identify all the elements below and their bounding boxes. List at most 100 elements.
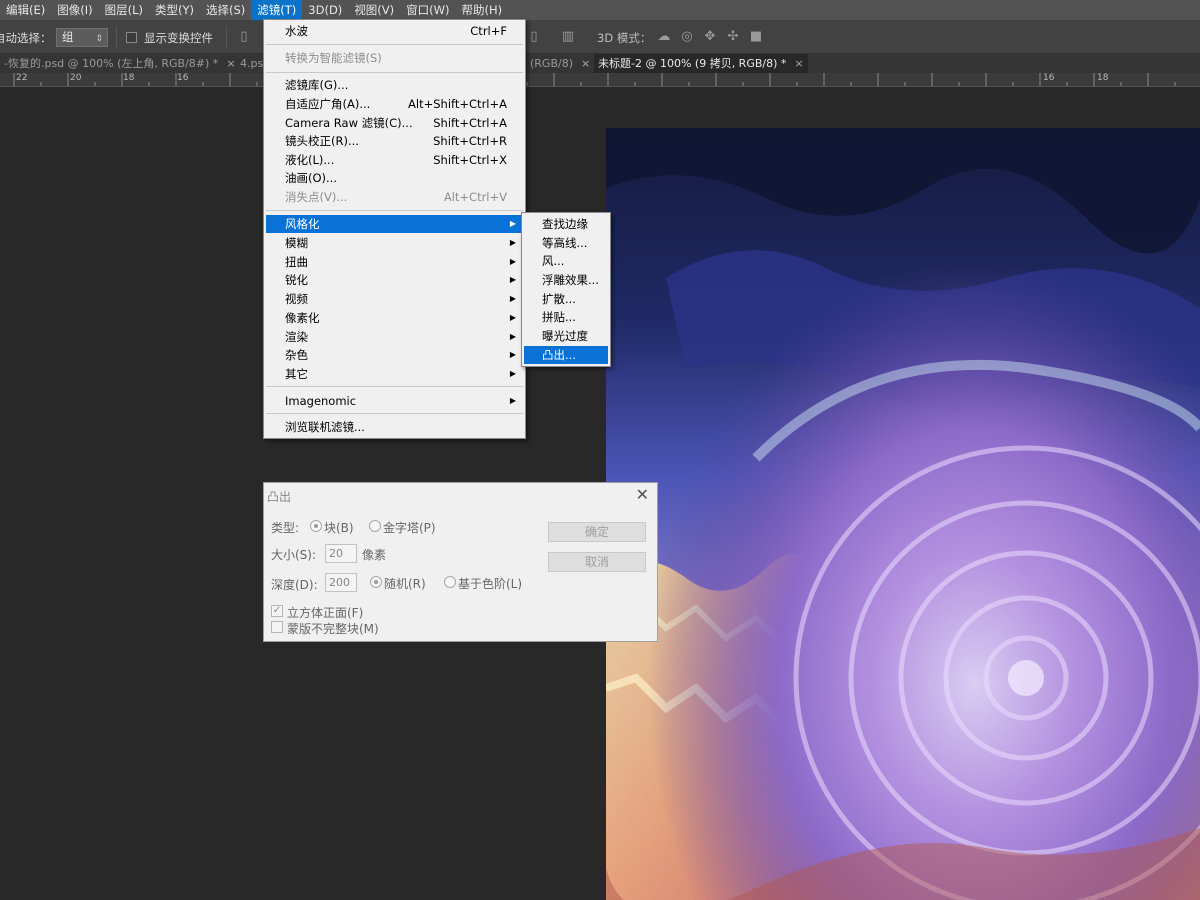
auto-select-dropdown[interactable]: 组 ⇕ <box>56 28 108 47</box>
menu-layer[interactable]: 图层(L) <box>99 0 149 20</box>
close-icon[interactable]: ✕ <box>636 485 649 504</box>
menu-edit[interactable]: 编辑(E) <box>0 0 51 20</box>
menu-item-last-filter[interactable]: 水波 Ctrl+F <box>266 22 523 40</box>
submenu-item-emboss[interactable]: 浮雕效果... <box>524 271 608 289</box>
tab-rgb8[interactable]: (RGB/8) × <box>526 54 590 73</box>
size-unit: 像素 <box>362 548 387 562</box>
solid-front-label: 立方体正面(F) <box>287 606 364 620</box>
3d-roll-icon[interactable]: ◎ <box>679 29 695 45</box>
canvas-image[interactable] <box>606 128 1200 900</box>
ok-button[interactable]: 确定 <box>548 522 646 542</box>
submenu-item-extrude[interactable]: 凸出... <box>524 346 608 364</box>
menu-item-label: Imagenomic <box>285 394 357 408</box>
menu-item-oil-paint[interactable]: 油画(O)... <box>266 169 523 187</box>
menu-window[interactable]: 窗口(W) <box>400 0 455 20</box>
menu-item-sharpen[interactable]: 锐化 ▶ <box>266 271 523 289</box>
depth-level-label: 基于色阶(L) <box>458 577 523 591</box>
show-transform-checkbox[interactable] <box>126 32 137 43</box>
menu-item-label: 锐化 <box>285 273 308 287</box>
shortcut-text: Ctrl+F <box>470 24 507 38</box>
menu-item-other[interactable]: 其它 ▶ <box>266 365 523 383</box>
menu-select[interactable]: 选择(S) <box>200 0 251 20</box>
tab-untitled-2[interactable]: 未标题-2 @ 100% (9 拷贝, RGB/8) * × <box>594 54 808 73</box>
extrude-dialog: 凸出 ✕ 类型: 块(B) 金字塔(P) 大小(S): 20 像素 深度(D):… <box>263 482 658 642</box>
ruler-number: 22 <box>16 73 28 83</box>
stylize-submenu: 查找边缘 等高线... 风... 浮雕效果... 扩散... 拼贴... 曝光过… <box>521 212 611 367</box>
type-block-radio[interactable] <box>310 520 322 532</box>
ruler-number: 20 <box>70 73 82 83</box>
submenu-item-diffuse[interactable]: 扩散... <box>524 290 608 308</box>
menu-item-label: 镜头校正(R)... <box>285 134 359 148</box>
menu-item-imagenomic[interactable]: Imagenomic ▶ <box>266 392 523 410</box>
shortcut-text: Alt+Shift+Ctrl+A <box>408 97 507 111</box>
menu-item-label: 液化(L)... <box>285 153 335 167</box>
depth-random-radio[interactable] <box>370 576 382 588</box>
menu-view[interactable]: 视图(V) <box>348 0 400 20</box>
submenu-item-find-edges[interactable]: 查找边缘 <box>524 215 608 233</box>
artwork-swirl <box>606 128 1200 900</box>
options-divider <box>226 26 227 48</box>
menu-item-vanishing-point[interactable]: 消失点(V)... Alt+Ctrl+V <box>266 188 523 206</box>
menu-item-label: 扭曲 <box>285 255 308 269</box>
menu-item-blur[interactable]: 模糊 ▶ <box>266 234 523 252</box>
menu-item-distort[interactable]: 扭曲 ▶ <box>266 253 523 271</box>
mask-incomplete-checkbox[interactable] <box>271 621 283 633</box>
menu-item-label: 消失点(V)... <box>285 190 348 204</box>
menu-item-label: 其它 <box>285 367 308 381</box>
3d-slide-icon[interactable]: ✣ <box>725 29 741 45</box>
type-block-label: 块(B) <box>324 521 354 535</box>
menu-item-pixelate[interactable]: 像素化 ▶ <box>266 309 523 327</box>
menu-item-browse-online-filters[interactable]: 浏览联机滤镜... <box>266 418 523 436</box>
size-input[interactable]: 20 <box>325 544 357 563</box>
menu-item-convert-smart-filter[interactable]: 转换为智能滤镜(S) <box>266 49 523 67</box>
menu-item-adaptive-wide-angle[interactable]: 自适应广角(A)... Alt+Shift+Ctrl+A <box>266 95 523 113</box>
menu-item-noise[interactable]: 杂色 ▶ <box>266 346 523 364</box>
menu-3d[interactable]: 3D(D) <box>302 0 348 20</box>
close-icon[interactable]: × <box>794 57 803 70</box>
menu-separator <box>266 72 523 73</box>
tab-4-psd[interactable]: 4.ps <box>236 54 266 73</box>
menu-item-render[interactable]: 渲染 ▶ <box>266 328 523 346</box>
auto-align-icon[interactable]: ▥ <box>560 29 576 45</box>
submenu-item-trace-contour[interactable]: 等高线... <box>524 234 608 252</box>
tab-label: -恢复的.psd @ 100% (左上角, RGB/8#) * <box>4 57 219 70</box>
tab-label: (RGB/8) <box>530 57 574 70</box>
menu-item-label: 油画(O)... <box>285 171 337 185</box>
menu-help[interactable]: 帮助(H) <box>456 0 509 20</box>
menu-item-label: 模糊 <box>285 236 308 250</box>
close-icon[interactable]: × <box>226 57 235 70</box>
menu-item-video[interactable]: 视频 ▶ <box>266 290 523 308</box>
menu-type[interactable]: 类型(Y) <box>149 0 200 20</box>
menu-filter[interactable]: 滤镜(T) <box>251 0 303 20</box>
menu-item-lens-correction[interactable]: 镜头校正(R)... Shift+Ctrl+R <box>266 132 523 150</box>
align-left-icon[interactable]: ▯ <box>236 29 252 45</box>
menu-image[interactable]: 图像(I) <box>51 0 98 20</box>
submenu-arrow-icon: ▶ <box>509 257 516 266</box>
depth-input[interactable]: 200 <box>325 573 357 592</box>
menu-item-stylize[interactable]: 风格化 ▶ <box>266 215 523 233</box>
submenu-item-wind[interactable]: 风... <box>524 252 608 270</box>
menu-item-label: 浏览联机滤镜... <box>285 420 365 434</box>
menu-item-filter-gallery[interactable]: 滤镜库(G)... <box>266 76 523 94</box>
3d-orbit-icon[interactable]: ☁ <box>656 29 672 45</box>
cancel-button[interactable]: 取消 <box>548 552 646 572</box>
3d-scale-icon[interactable]: ■ <box>748 29 764 45</box>
submenu-item-solarize[interactable]: 曝光过度 <box>524 327 608 345</box>
submenu-item-tiles[interactable]: 拼贴... <box>524 308 608 326</box>
menu-item-label: Camera Raw 滤镜(C)... <box>285 116 413 130</box>
shortcut-text: Shift+Ctrl+A <box>433 116 507 130</box>
type-pyramid-radio[interactable] <box>369 520 381 532</box>
distribute-icon[interactable]: ▯ <box>526 29 542 45</box>
depth-level-radio[interactable] <box>444 576 456 588</box>
ruler-number: 18 <box>1097 73 1109 83</box>
menu-item-camera-raw[interactable]: Camera Raw 滤镜(C)... Shift+Ctrl+A <box>266 114 523 132</box>
menu-item-liquify[interactable]: 液化(L)... Shift+Ctrl+X <box>266 151 523 169</box>
chevron-updown-icon: ⇕ <box>95 34 103 44</box>
solid-front-checkbox[interactable]: ✓ <box>271 605 283 617</box>
close-icon[interactable]: × <box>581 57 590 70</box>
type-pyramid-label: 金字塔(P) <box>383 521 436 535</box>
submenu-arrow-icon: ▶ <box>509 396 516 405</box>
menu-separator <box>266 386 523 387</box>
tab-recovered-psd[interactable]: -恢复的.psd @ 100% (左上角, RGB/8#) * × <box>0 54 236 73</box>
3d-pan-icon[interactable]: ✥ <box>702 29 718 45</box>
